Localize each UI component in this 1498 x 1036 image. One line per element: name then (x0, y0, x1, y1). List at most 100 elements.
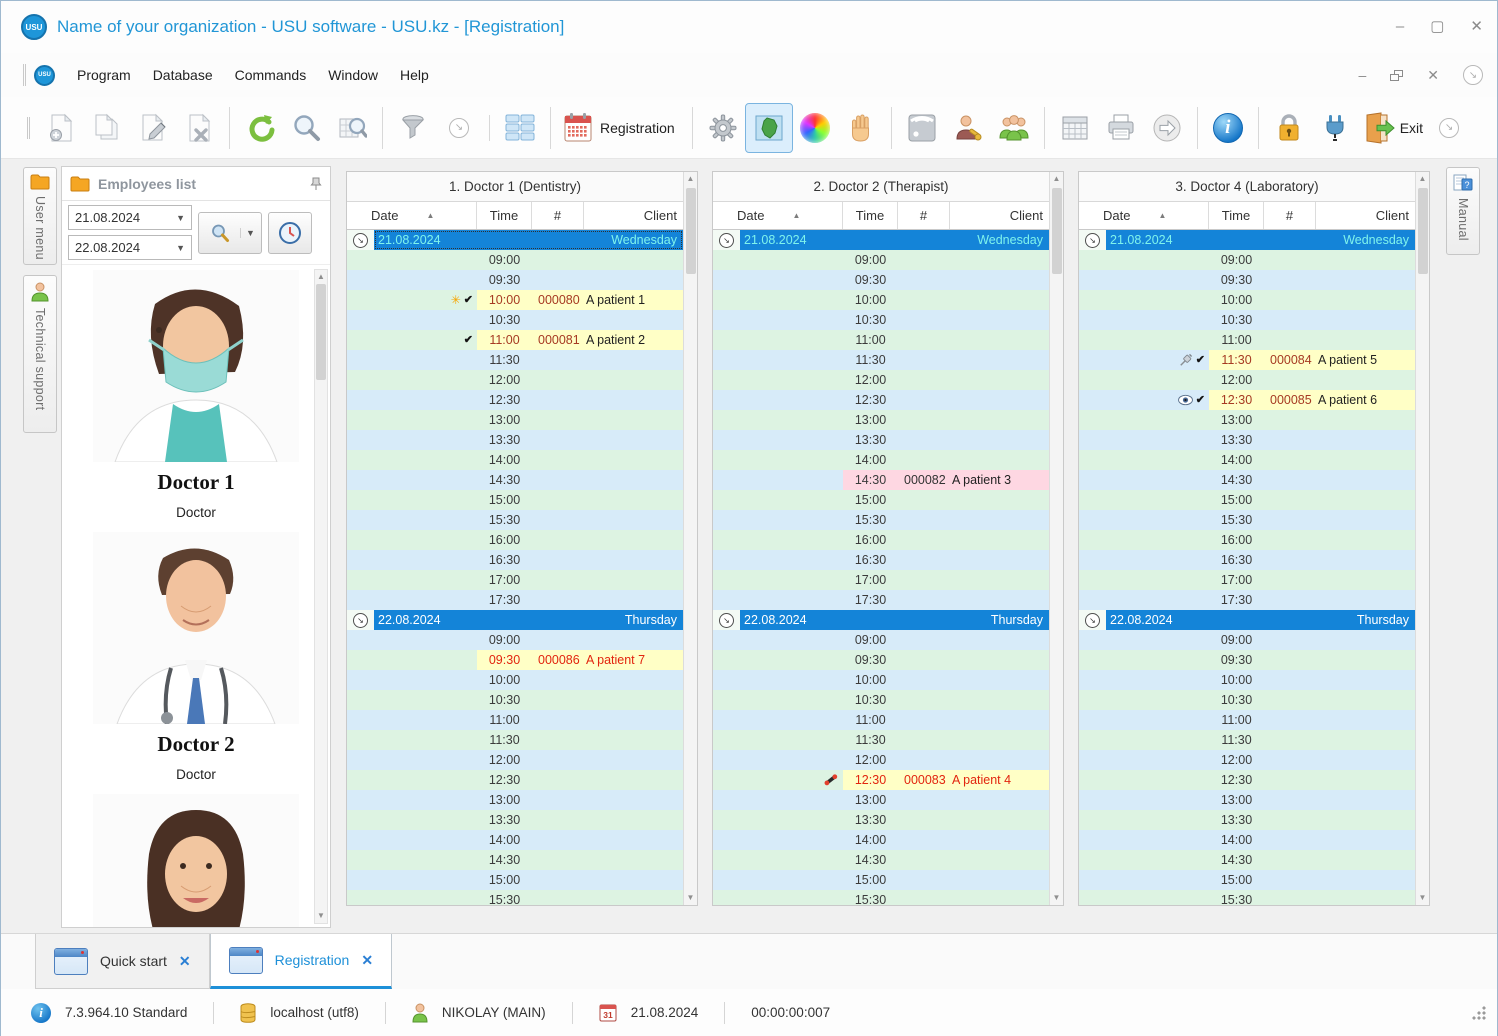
time-slot-row[interactable]: 12:30 (347, 770, 683, 790)
scroll-down-icon[interactable]: ▼ (317, 909, 325, 923)
scroll-thumb[interactable] (1052, 188, 1062, 274)
time-slot-row[interactable]: 16:00 (1079, 530, 1415, 550)
column-header-time[interactable]: Time (1209, 202, 1264, 229)
hand-button[interactable] (838, 104, 884, 152)
appointment-row[interactable]: 14:30000082A patient 3 (713, 470, 1049, 490)
map-button[interactable] (746, 104, 792, 152)
time-slot-row[interactable]: 12:00 (1079, 750, 1415, 770)
group-collapse-icon[interactable]: ↘ (1085, 613, 1100, 628)
resize-grip[interactable] (1471, 1005, 1487, 1021)
time-slot-row[interactable]: 13:00 (1079, 790, 1415, 810)
time-slot-row[interactable]: 10:30 (713, 690, 1049, 710)
time-slot-row[interactable]: 14:00 (347, 450, 683, 470)
time-slot-row[interactable]: 11:30 (1079, 730, 1415, 750)
time-slot-row[interactable]: 14:00 (713, 450, 1049, 470)
time-slot-row[interactable]: 14:00 (1079, 450, 1415, 470)
print-button[interactable] (1098, 104, 1144, 152)
group-collapse-icon[interactable]: ↘ (1085, 233, 1100, 248)
time-slot-row[interactable]: 10:30 (713, 310, 1049, 330)
tab-close-icon[interactable]: ✕ (361, 952, 373, 969)
column-header-client[interactable]: Client (1316, 202, 1415, 229)
settings-gear-button[interactable] (700, 104, 746, 152)
time-slot-row[interactable]: 15:30 (713, 510, 1049, 530)
time-slot-row[interactable]: 15:30 (1079, 890, 1415, 905)
time-slot-row[interactable]: 15:30 (347, 890, 683, 905)
scroll-thumb[interactable] (316, 284, 326, 380)
time-slot-row[interactable]: 14:00 (1079, 830, 1415, 850)
appointment-row[interactable]: ✔12:30000085A patient 6 (1079, 390, 1415, 410)
employee-card[interactable] (93, 794, 299, 927)
time-slot-row[interactable]: 13:30 (713, 430, 1049, 450)
time-slot-row[interactable]: 17:30 (347, 590, 683, 610)
time-slot-row[interactable]: 12:00 (347, 370, 683, 390)
search-dropdown-arrow[interactable]: ▼ (240, 228, 260, 238)
new-record-button[interactable] (38, 104, 84, 152)
time-slot-row[interactable]: 15:00 (347, 490, 683, 510)
exit-button[interactable] (1358, 104, 1398, 152)
time-slot-row[interactable]: 09:30 (347, 270, 683, 290)
manual-tab[interactable]: ? Manual (1446, 167, 1480, 255)
window-close-button[interactable]: ✕ (1470, 17, 1483, 37)
scroll-up-icon[interactable]: ▲ (317, 270, 325, 284)
time-slot-row[interactable]: 13:30 (713, 810, 1049, 830)
time-slot-row[interactable]: 09:30 (713, 650, 1049, 670)
copy-record-button[interactable] (84, 104, 130, 152)
column-header-time[interactable]: Time (477, 202, 532, 229)
sidebar-tab-technical-support[interactable]: Technical support (23, 275, 57, 433)
time-slot-row[interactable]: 13:00 (347, 410, 683, 430)
menu-commands[interactable]: Commands (235, 67, 307, 83)
scroll-up-icon[interactable]: ▲ (687, 172, 695, 186)
time-slot-row[interactable]: 10:00 (347, 670, 683, 690)
time-slot-row[interactable]: 14:00 (713, 830, 1049, 850)
users-group-button[interactable] (991, 104, 1037, 152)
time-slot-row[interactable]: 13:30 (347, 810, 683, 830)
time-slot-row[interactable]: 13:30 (1079, 430, 1415, 450)
time-slot-row[interactable]: 15:30 (347, 510, 683, 530)
cells-view-button[interactable] (497, 104, 543, 152)
day-group-row[interactable]: ↘21.08.2024Wednesday (1079, 230, 1415, 250)
pin-icon[interactable] (310, 177, 322, 191)
time-slot-row[interactable]: 09:30 (1079, 650, 1415, 670)
group-collapse-icon[interactable]: ↘ (353, 233, 368, 248)
time-slot-row[interactable]: 11:30 (347, 730, 683, 750)
appointment-row[interactable]: ✳✔10:00000080A patient 1 (347, 290, 683, 310)
time-slot-row[interactable]: 11:30 (347, 350, 683, 370)
employee-card[interactable]: Doctor 1Doctor (93, 270, 299, 520)
group-collapse-icon[interactable]: ↘ (719, 233, 734, 248)
time-slot-row[interactable]: 15:30 (1079, 510, 1415, 530)
delete-record-button[interactable] (176, 104, 222, 152)
time-slot-row[interactable]: 14:30 (1079, 850, 1415, 870)
refresh-button[interactable] (237, 104, 283, 152)
info-button[interactable]: i (1205, 104, 1251, 152)
time-slot-row[interactable]: 17:30 (713, 590, 1049, 610)
schedule-scrollbar[interactable]: ▲▼ (1415, 172, 1429, 905)
day-group-row[interactable]: ↘22.08.2024Thursday (1079, 610, 1415, 630)
column-header-date[interactable]: Date▲ (713, 202, 843, 229)
time-slot-row[interactable]: 15:00 (347, 870, 683, 890)
time-slot-row[interactable]: 09:00 (1079, 630, 1415, 650)
time-slot-row[interactable]: 16:30 (713, 550, 1049, 570)
employee-card[interactable]: Doctor 2Doctor (93, 532, 299, 782)
scroll-down-icon[interactable]: ▼ (1419, 891, 1427, 905)
time-slot-row[interactable]: 09:00 (713, 630, 1049, 650)
window-maximize-button[interactable]: ▢ (1430, 17, 1444, 37)
time-slot-row[interactable]: 14:30 (1079, 470, 1415, 490)
window-minimize-button[interactable]: – (1396, 17, 1404, 37)
column-header-date[interactable]: Date▲ (1079, 202, 1209, 229)
employees-scrollbar[interactable]: ▲ ▼ (314, 269, 328, 924)
time-slot-row[interactable]: 16:00 (713, 530, 1049, 550)
menu-overflow-icon[interactable]: ↘ (1463, 65, 1483, 85)
time-slot-row[interactable]: 10:30 (347, 310, 683, 330)
time-slot-row[interactable]: 11:00 (713, 710, 1049, 730)
column-header-number[interactable]: # (898, 202, 950, 229)
time-slot-row[interactable]: 12:00 (713, 370, 1049, 390)
time-slot-row[interactable]: 13:00 (1079, 410, 1415, 430)
appointment-row[interactable]: 12:30000083A patient 4 (713, 770, 1049, 790)
time-slot-row[interactable]: 16:30 (1079, 550, 1415, 570)
menu-help[interactable]: Help (400, 67, 429, 83)
time-slot-row[interactable]: 10:00 (713, 670, 1049, 690)
time-slot-row[interactable]: 15:00 (713, 870, 1049, 890)
appointment-row[interactable]: ✔11:00000081A patient 2 (347, 330, 683, 350)
time-slot-row[interactable]: 10:30 (1079, 310, 1415, 330)
next-button[interactable] (1144, 104, 1190, 152)
